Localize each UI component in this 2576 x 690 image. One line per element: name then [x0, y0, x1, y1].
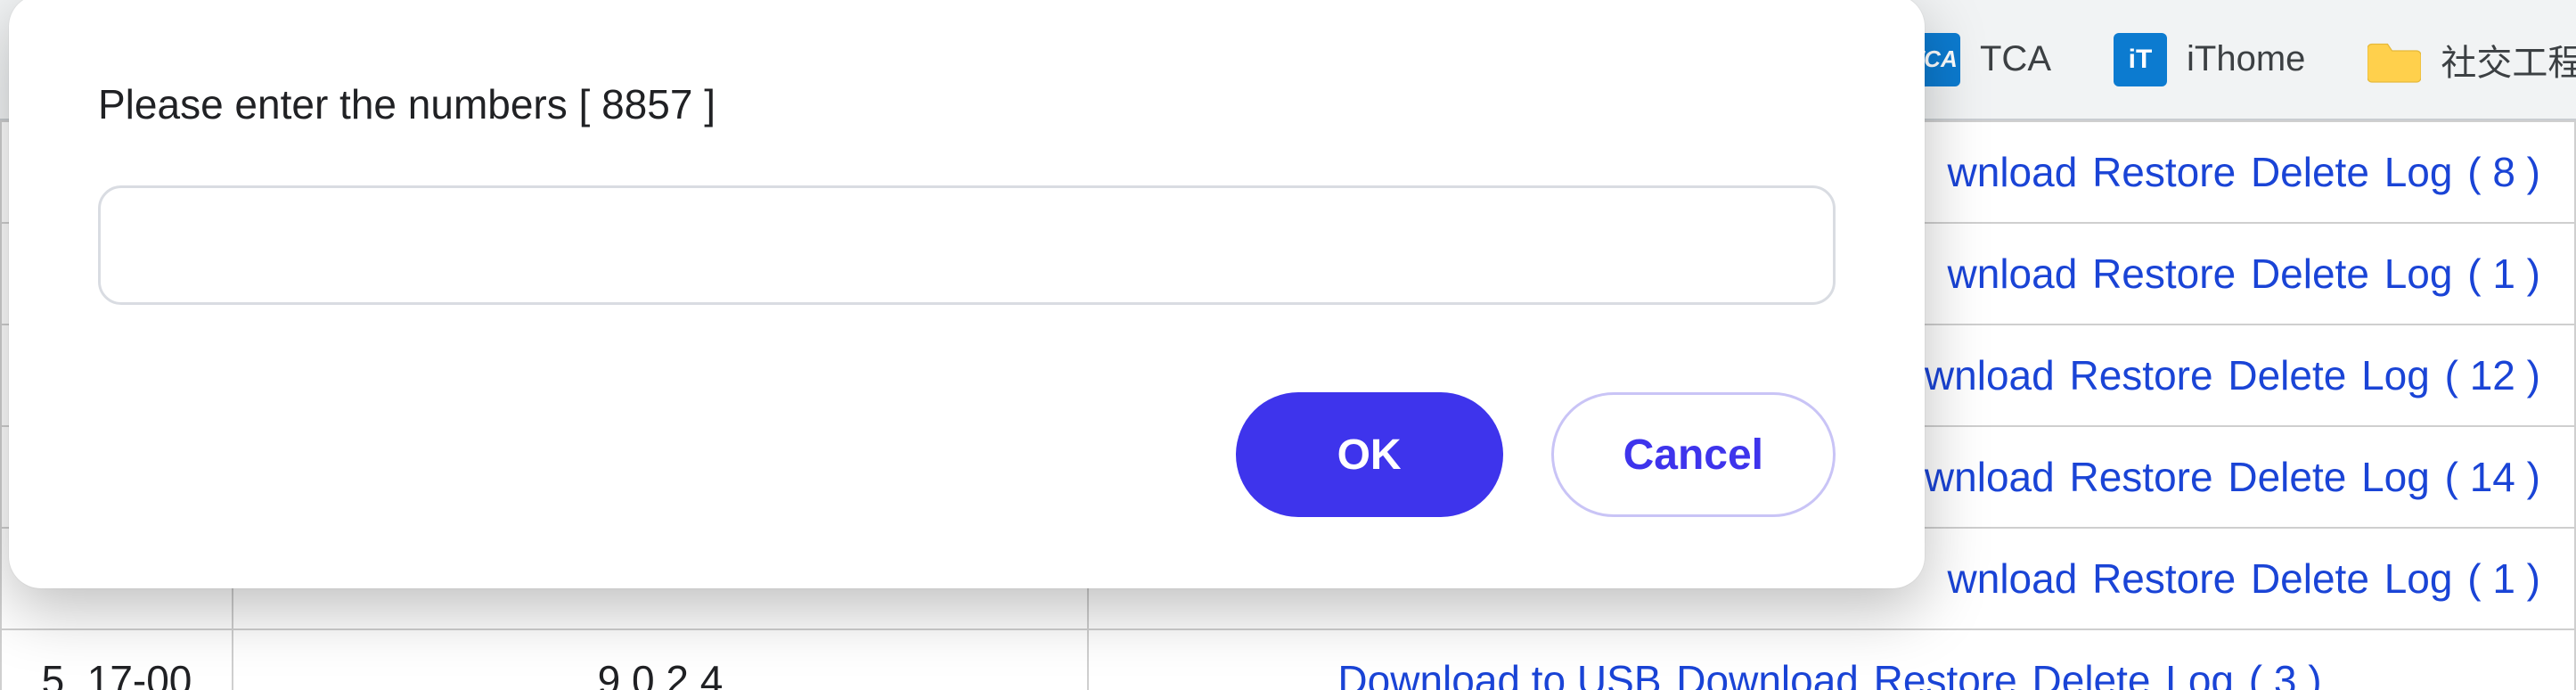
download-link[interactable]: wnload	[1925, 454, 2055, 500]
log-link[interactable]: Log	[2384, 149, 2453, 195]
table-row: 5_17-009.0.2.4Download to USB Download R…	[1, 629, 2575, 690]
log-count: ( 3 )	[2249, 657, 2322, 690]
log-count: ( 1 )	[2467, 251, 2540, 297]
log-count: ( 8 )	[2467, 149, 2540, 195]
download-link[interactable]: Download	[1676, 657, 1859, 690]
restore-link[interactable]: Restore	[2092, 251, 2236, 297]
bookmark-label: 社交工程	[2441, 34, 2576, 86]
delete-link[interactable]: Delete	[2228, 352, 2346, 398]
restore-link[interactable]: Restore	[1874, 657, 2017, 690]
cell-actions: Download to USB Download Restore Delete …	[1088, 629, 2575, 690]
dialog-prompt: Please enter the numbers [ 8857 ]	[98, 80, 1836, 128]
log-count: ( 12 )	[2445, 352, 2540, 398]
cell-version: 9.0.2.4	[233, 629, 1088, 690]
download-link[interactable]: wnload	[1948, 251, 2078, 297]
restore-link[interactable]: Restore	[2092, 149, 2236, 195]
delete-link[interactable]: Delete	[2251, 555, 2369, 602]
delete-link[interactable]: Delete	[2251, 149, 2369, 195]
confirm-dialog: Please enter the numbers [ 8857 ] OK Can…	[9, 0, 1925, 588]
number-input[interactable]	[98, 185, 1836, 305]
dialog-button-row: OK Cancel	[98, 392, 1836, 517]
ok-button[interactable]: OK	[1236, 392, 1503, 517]
log-link[interactable]: Log	[2384, 251, 2453, 297]
cancel-button[interactable]: Cancel	[1551, 392, 1836, 517]
ithome-icon: iT	[2114, 33, 2167, 86]
delete-link[interactable]: Delete	[2032, 657, 2151, 690]
restore-link[interactable]: Restore	[2069, 454, 2212, 500]
log-count: ( 1 )	[2467, 555, 2540, 602]
log-link[interactable]: Log	[2165, 657, 2234, 690]
bookmark-folder-social[interactable]: 社交工程	[2367, 33, 2576, 86]
restore-link[interactable]: Restore	[2092, 555, 2236, 602]
download-link[interactable]: wnload	[1925, 352, 2055, 398]
restore-link[interactable]: Restore	[2069, 352, 2212, 398]
bookmark-label: iThome	[2187, 39, 2305, 79]
delete-link[interactable]: Delete	[2228, 454, 2346, 500]
download-link[interactable]: wnload	[1948, 555, 2078, 602]
log-link[interactable]: Log	[2361, 352, 2430, 398]
bookmark-tca[interactable]: TCA TCA	[1907, 33, 2051, 86]
log-link[interactable]: Log	[2361, 454, 2430, 500]
download-usb-link[interactable]: Download to USB	[1337, 657, 1672, 690]
log-count: ( 14 )	[2445, 454, 2540, 500]
delete-link[interactable]: Delete	[2251, 251, 2369, 297]
bookmark-ithome[interactable]: iT iThome	[2114, 33, 2305, 86]
bookmark-label: TCA	[1980, 39, 2051, 79]
download-link[interactable]: wnload	[1948, 149, 2078, 195]
log-link[interactable]: Log	[2384, 555, 2453, 602]
folder-icon	[2367, 33, 2421, 86]
cell-timestamp: 5_17-00	[1, 629, 233, 690]
